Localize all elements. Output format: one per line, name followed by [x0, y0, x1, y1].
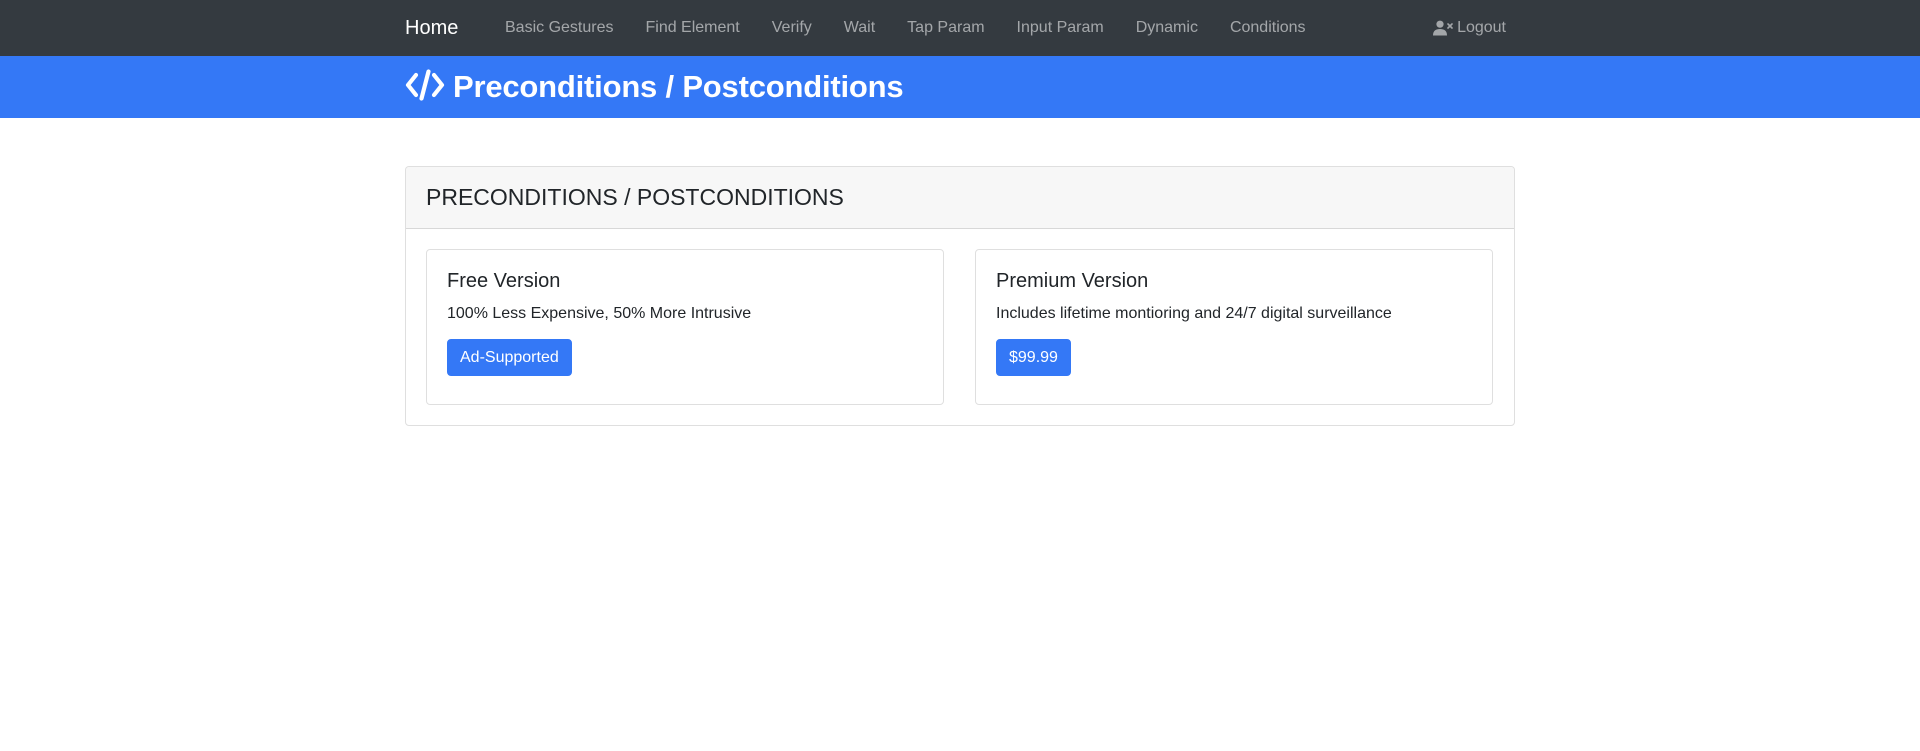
logout-link[interactable]: Logout: [1433, 0, 1506, 56]
free-version-description: 100% Less Expensive, 50% More Intrusive: [447, 305, 752, 322]
premium-price-button[interactable]: $99.99: [996, 339, 1071, 376]
page-title: Preconditions / Postconditions: [453, 69, 904, 104]
nav-home-link[interactable]: Home: [405, 0, 458, 56]
code-icon: [405, 68, 445, 106]
nav-link-basic-gestures[interactable]: Basic Gestures: [489, 0, 629, 56]
conditions-card: PRECONDITIONS / POSTCONDITIONS Free Vers…: [405, 166, 1515, 426]
nav-link-input-param[interactable]: Input Param: [1001, 0, 1120, 56]
premium-version-description: Includes lifetime montioring and 24/7 di…: [996, 305, 1392, 322]
top-navbar: Home Basic Gestures Find Element Verify …: [0, 0, 1920, 56]
nav-link-find-element[interactable]: Find Element: [629, 0, 755, 56]
card-header: PRECONDITIONS / POSTCONDITIONS: [406, 167, 1514, 229]
nav-link-tap-param[interactable]: Tap Param: [891, 0, 1000, 56]
user-xmark-icon: [1433, 20, 1453, 36]
logout-label: Logout: [1457, 19, 1506, 36]
premium-version-card: Premium Version Includes lifetime montio…: [975, 249, 1493, 405]
ad-supported-button[interactable]: Ad-Supported: [447, 339, 572, 376]
nav-link-wait[interactable]: Wait: [828, 0, 891, 56]
card-title: PRECONDITIONS / POSTCONDITIONS: [426, 184, 844, 210]
nav-link-verify[interactable]: Verify: [756, 0, 828, 56]
nav-link-conditions[interactable]: Conditions: [1214, 0, 1322, 56]
premium-version-title: Premium Version: [996, 270, 1149, 292]
free-version-title: Free Version: [447, 270, 561, 292]
nav-link-dynamic[interactable]: Dynamic: [1120, 0, 1214, 56]
free-version-card: Free Version 100% Less Expensive, 50% Mo…: [426, 249, 944, 405]
page-header: Preconditions / Postconditions: [0, 56, 1920, 118]
nav-links: Basic Gestures Find Element Verify Wait …: [489, 0, 1322, 56]
